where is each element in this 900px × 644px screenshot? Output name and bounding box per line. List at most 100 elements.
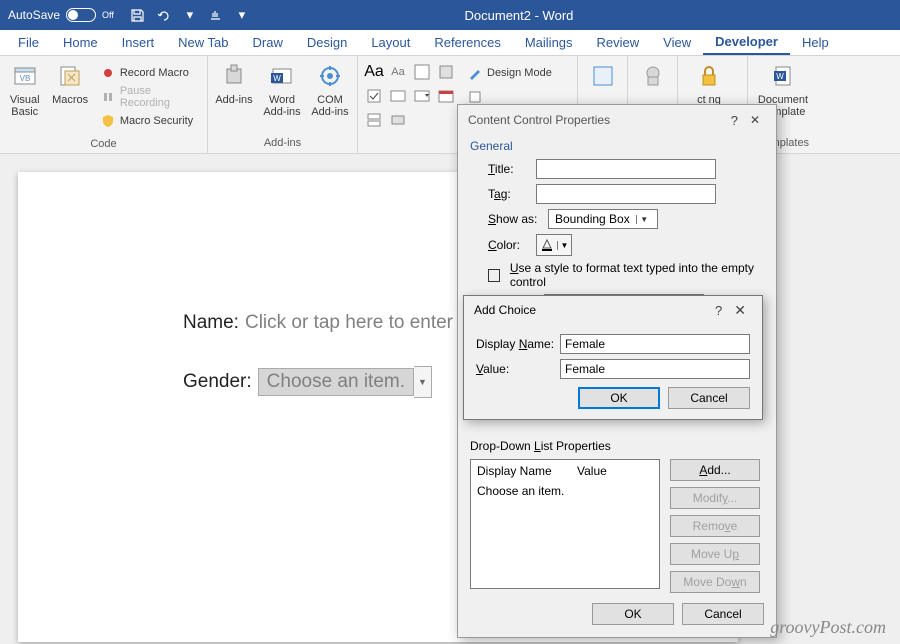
rich-text-control-icon[interactable]: Aa — [364, 62, 384, 82]
ccp-list-item-1[interactable]: Choose an item. — [471, 482, 659, 500]
ccp-tag-label: Tag: — [488, 187, 532, 201]
macro-security-button[interactable]: Macro Security — [97, 110, 201, 132]
word-addins-icon: W — [268, 62, 296, 90]
autosave-toggle[interactable]: AutoSave Off — [0, 8, 122, 22]
picture-control-icon[interactable] — [412, 62, 432, 82]
ac-value-label: Value: — [476, 362, 556, 376]
ccp-listbox[interactable]: Display Name Value Choose an item. — [470, 459, 660, 589]
protect-icon — [695, 62, 723, 90]
record-macro-label: Record Macro — [120, 67, 189, 79]
tab-view[interactable]: View — [651, 30, 703, 55]
word-addins-label: Word Add-ins — [262, 94, 302, 118]
ccp-color-label: Color: — [488, 238, 532, 252]
ac-value-input[interactable] — [560, 359, 750, 379]
ccp-cancel-button[interactable]: Cancel — [682, 603, 764, 625]
ccp-showas-arrow-icon[interactable]: ▼ — [636, 215, 652, 224]
ccp-titlebar[interactable]: Content Control Properties ? ✕ — [458, 105, 776, 135]
tab-file[interactable]: File — [6, 30, 51, 55]
name-placeholder[interactable]: Click or tap here to enter te — [245, 312, 474, 334]
ccp-close-icon[interactable]: ✕ — [744, 113, 766, 127]
ccp-color-button[interactable]: ▼ — [536, 234, 572, 256]
word-addins-button[interactable]: W Word Add-ins — [260, 58, 304, 122]
tab-references[interactable]: References — [422, 30, 512, 55]
repeating-section-control-icon[interactable] — [364, 110, 384, 130]
document-title: Document2 - Word — [258, 8, 780, 23]
tab-draw[interactable]: Draw — [241, 30, 295, 55]
legacy-tools-icon[interactable] — [388, 110, 408, 130]
tab-developer[interactable]: Developer — [703, 30, 790, 55]
visual-basic-icon: VB — [11, 62, 39, 90]
ccp-usestyle-checkbox[interactable] — [488, 269, 500, 282]
macros-button[interactable]: Macros — [49, 58, 90, 110]
checkbox-control-icon[interactable] — [364, 86, 384, 106]
ccp-tag-input[interactable] — [536, 184, 716, 204]
date-picker-control-icon[interactable] — [436, 86, 456, 106]
protect-button[interactable]: ct ng — [682, 58, 736, 110]
svg-text:W: W — [776, 72, 784, 81]
autosave-switch[interactable] — [66, 8, 96, 22]
tab-newtab[interactable]: New Tab — [166, 30, 240, 55]
ccp-add-button[interactable]: Add... — [670, 459, 760, 481]
xml-mapping-icon — [589, 62, 617, 90]
ac-cancel-button[interactable]: Cancel — [668, 387, 750, 409]
tab-home[interactable]: Home — [51, 30, 110, 55]
ccp-help-icon[interactable]: ? — [725, 113, 744, 128]
tab-mailings[interactable]: Mailings — [513, 30, 585, 55]
autosave-label: AutoSave — [8, 8, 60, 22]
ac-display-input[interactable] — [560, 334, 750, 354]
xml-mapping-button[interactable] — [582, 58, 623, 98]
ac-help-icon[interactable]: ? — [709, 303, 728, 318]
visual-basic-button[interactable]: VB Visual Basic — [4, 58, 45, 122]
gender-dropdown[interactable]: Choose an item. ▼ — [258, 366, 432, 398]
restrict-editing-button[interactable] — [632, 58, 673, 98]
design-mode-label: Design Mode — [487, 67, 552, 79]
properties-icon — [468, 90, 482, 104]
pause-recording-icon — [101, 90, 115, 104]
autosave-value: Off — [102, 10, 114, 20]
add-choice-dialog: Add Choice ? ✕ Display Name: Value: OK C… — [463, 295, 763, 420]
ac-close-icon[interactable]: ✕ — [728, 302, 752, 319]
restrict-editing-icon — [639, 62, 667, 90]
addins-icon — [220, 62, 248, 90]
record-macro-icon — [101, 66, 115, 80]
combobox-control-icon[interactable] — [388, 86, 408, 106]
ccp-color-swatch-icon — [537, 238, 557, 252]
gender-dropdown-arrow-icon[interactable]: ▼ — [414, 366, 432, 398]
ccp-title: Content Control Properties — [468, 113, 725, 127]
ac-display-label: Display Name: — [476, 337, 556, 351]
tab-design[interactable]: Design — [295, 30, 359, 55]
tab-insert[interactable]: Insert — [110, 30, 167, 55]
ccp-showas-value: Bounding Box — [549, 212, 636, 226]
touch-icon[interactable] — [208, 7, 224, 23]
ccp-ok-button[interactable]: OK — [592, 603, 674, 625]
ccp-color-arrow-icon[interactable]: ▼ — [557, 241, 571, 250]
group-code-label: Code — [4, 136, 203, 154]
ac-title: Add Choice — [474, 303, 709, 317]
design-mode-button[interactable]: Design Mode — [464, 62, 556, 84]
gender-selected[interactable]: Choose an item. — [258, 368, 414, 396]
addins-button[interactable]: Add-ins — [212, 58, 256, 110]
tab-help[interactable]: Help — [790, 30, 841, 55]
save-icon[interactable] — [130, 7, 146, 23]
ac-ok-button[interactable]: OK — [578, 387, 660, 409]
ccp-showas-label: Show as: — [488, 212, 544, 226]
undo-icon[interactable] — [156, 7, 172, 23]
ccp-showas-combo[interactable]: Bounding Box ▼ — [548, 209, 658, 229]
tab-layout[interactable]: Layout — [359, 30, 422, 55]
qat-more-icon[interactable]: ▾ — [234, 7, 250, 23]
building-block-control-icon[interactable] — [436, 62, 456, 82]
plain-text-control-icon[interactable]: Aa — [388, 62, 408, 82]
ccp-title-input[interactable] — [536, 159, 716, 179]
visual-basic-label: Visual Basic — [6, 94, 43, 118]
record-macro-button[interactable]: Record Macro — [97, 62, 201, 84]
ac-titlebar[interactable]: Add Choice ? ✕ — [464, 296, 762, 324]
group-addins: Add-ins W Word Add-ins COM Add-ins Add-i… — [208, 56, 358, 153]
document-template-icon: W — [769, 62, 797, 90]
redo-icon[interactable]: ▾ — [182, 7, 198, 23]
com-addins-button[interactable]: COM Add-ins — [308, 58, 352, 122]
ccp-ddlist-label: Drop-Down List Properties — [470, 439, 764, 453]
dropdown-control-icon[interactable] — [412, 86, 432, 106]
name-label: Name: — [183, 312, 239, 334]
tab-review[interactable]: Review — [585, 30, 652, 55]
pause-recording-label: Pause Recording — [120, 85, 197, 109]
